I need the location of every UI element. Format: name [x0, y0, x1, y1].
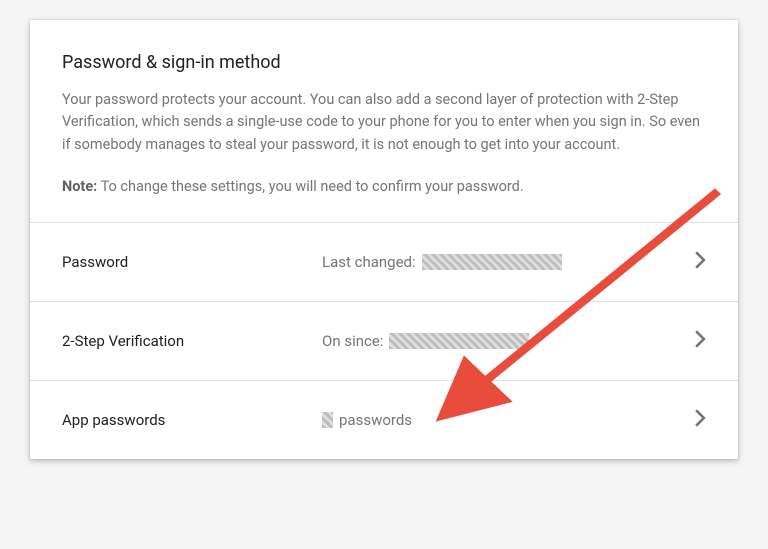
app-passwords-value-suffix: passwords [339, 411, 412, 429]
password-value-prefix: Last changed: [322, 253, 416, 271]
chevron-right-icon [694, 330, 706, 352]
row-value-app-passwords: passwords [322, 411, 694, 429]
row-value-two-step: On since: [322, 332, 694, 350]
chevron-right-icon [694, 251, 706, 273]
row-value-password: Last changed: [322, 253, 694, 271]
row-label-two-step: 2-Step Verification [62, 332, 322, 350]
note-text: To change these settings, you will need … [97, 178, 523, 195]
row-two-step-verification[interactable]: 2-Step Verification On since: [30, 301, 738, 380]
header-section: Password & sign-in method Your password … [30, 20, 738, 222]
two-step-value-prefix: On since: [322, 332, 383, 350]
signin-method-card: Password & sign-in method Your password … [30, 20, 738, 459]
note-label: Note: [62, 178, 97, 195]
section-description: Your password protects your account. You… [62, 89, 706, 156]
row-label-app-passwords: App passwords [62, 411, 322, 429]
redacted-date [422, 254, 562, 270]
row-app-passwords[interactable]: App passwords passwords [30, 380, 738, 459]
chevron-right-icon [694, 409, 706, 431]
row-label-password: Password [62, 253, 322, 271]
redacted-date [389, 333, 529, 349]
section-title: Password & sign-in method [62, 52, 706, 73]
redacted-count [322, 412, 333, 428]
section-note: Note: To change these settings, you will… [62, 176, 706, 198]
row-password[interactable]: Password Last changed: [30, 222, 738, 301]
